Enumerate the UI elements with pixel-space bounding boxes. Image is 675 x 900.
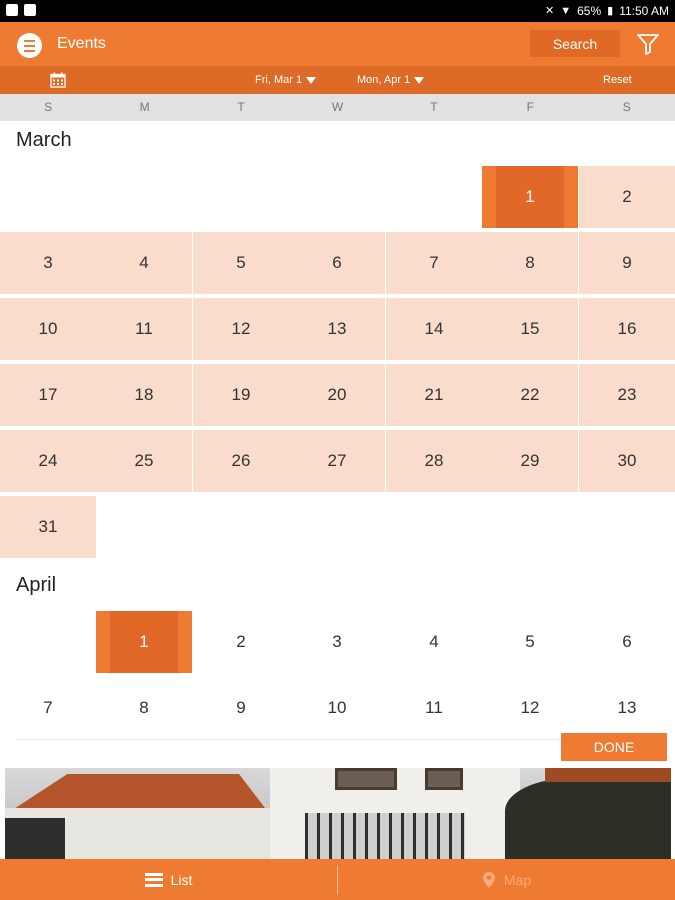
calendar-day[interactable]: 16: [579, 298, 675, 360]
end-date-dropdown[interactable]: Mon, Apr 1: [357, 74, 425, 86]
calendar-day[interactable]: 13: [289, 298, 385, 360]
calendar-day[interactable]: 11: [386, 677, 482, 739]
date-range-bar: Fri, Mar 1 Mon, Apr 1 Reset: [0, 66, 675, 94]
calendar-grid: March 1 2 3 4 5 6 7 8 9 10 11 12 13 14 15 16 17 18 19 20 21 22…: [0, 121, 675, 740]
tab-map[interactable]: Map: [338, 859, 675, 900]
weekday-label: M: [139, 100, 150, 114]
caret-down-icon: [306, 76, 317, 84]
weekday-label: S: [44, 100, 53, 114]
end-date-label: Mon, Apr 1: [357, 74, 411, 86]
tab-map-label: Map: [503, 871, 532, 888]
calendar-day[interactable]: 8: [482, 232, 578, 294]
calendar-day[interactable]: 10: [0, 298, 96, 360]
tab-list[interactable]: List: [0, 859, 337, 900]
calendar-day[interactable]: 13: [579, 677, 675, 739]
calendar-day[interactable]: 25: [96, 430, 192, 492]
calendar-day[interactable]: 3: [0, 232, 96, 294]
weekday-label: S: [622, 100, 631, 114]
calendar-day[interactable]: 2: [193, 611, 289, 673]
menu-icon[interactable]: [17, 33, 42, 58]
mute-icon: ✕: [544, 5, 555, 17]
weekday-label: T: [237, 100, 245, 114]
calendar-day[interactable]: 21: [386, 364, 482, 426]
image-notification-icon: [24, 4, 36, 16]
battery-icon: ▮: [607, 5, 614, 17]
calendar-day[interactable]: 17: [0, 364, 96, 426]
calendar-day[interactable]: 19: [193, 364, 289, 426]
reset-button[interactable]: Reset: [603, 74, 632, 86]
calendar-day[interactable]: 30: [579, 430, 675, 492]
search-button[interactable]: Search: [530, 30, 620, 57]
calendar-day[interactable]: 9: [193, 677, 289, 739]
calendar-day[interactable]: 24: [0, 430, 96, 492]
month-label: March: [16, 129, 72, 151]
calendar-day[interactable]: 4: [96, 232, 192, 294]
wifi-icon: ▼: [560, 5, 572, 17]
calendar-day[interactable]: 1: [482, 166, 578, 228]
status-bar: ✕ ▼ 65% ▮ 11:50 AM: [0, 0, 675, 22]
map-pin-icon: [482, 871, 495, 888]
clock: 11:50 AM: [619, 4, 669, 18]
calendar-day[interactable]: 1: [96, 611, 192, 673]
weekday-header: S M T W T F S: [0, 94, 675, 121]
page-title: Events: [57, 35, 106, 52]
calendar-day[interactable]: 11: [96, 298, 192, 360]
calendar-day[interactable]: 27: [289, 430, 385, 492]
calendar-day[interactable]: 26: [193, 430, 289, 492]
list-icon: [144, 872, 163, 887]
weekday-label: T: [430, 100, 438, 114]
calendar-day[interactable]: 9: [579, 232, 675, 294]
calendar-day[interactable]: 29: [482, 430, 578, 492]
calendar-day[interactable]: 8: [96, 677, 192, 739]
calendar-day[interactable]: 6: [289, 232, 385, 294]
event-photo[interactable]: [5, 768, 671, 860]
notification-icon: [6, 4, 18, 16]
tab-list-label: List: [170, 871, 193, 888]
calendar-day[interactable]: 10: [289, 677, 385, 739]
start-date-label: Fri, Mar 1: [255, 74, 303, 86]
calendar-day[interactable]: 12: [482, 677, 578, 739]
calendar-day[interactable]: 31: [0, 496, 96, 558]
bottom-tab-bar: List Map: [0, 859, 675, 900]
calendar-day[interactable]: 14: [386, 298, 482, 360]
month-label: April: [16, 574, 57, 596]
calendar-day[interactable]: 15: [482, 298, 578, 360]
calendar-day[interactable]: 28: [386, 430, 482, 492]
filter-icon[interactable]: [636, 32, 660, 56]
calendar-day[interactable]: 18: [96, 364, 192, 426]
calendar-day[interactable]: 7: [386, 232, 482, 294]
calendar-day[interactable]: 22: [482, 364, 578, 426]
weekday-label: W: [331, 100, 344, 114]
battery-percent: 65%: [577, 4, 602, 18]
caret-down-icon: [414, 76, 425, 84]
calendar-day[interactable]: 12: [193, 298, 289, 360]
calendar-day[interactable]: 3: [289, 611, 385, 673]
weekday-label: F: [526, 100, 534, 114]
calendar-day[interactable]: 4: [386, 611, 482, 673]
calendar-day[interactable]: 7: [0, 677, 96, 739]
calendar-day[interactable]: 23: [579, 364, 675, 426]
calendar-day[interactable]: 6: [579, 611, 675, 673]
done-button[interactable]: DONE: [561, 733, 667, 761]
start-date-dropdown[interactable]: Fri, Mar 1: [255, 74, 317, 86]
calendar-day[interactable]: 20: [289, 364, 385, 426]
calendar-day[interactable]: 5: [193, 232, 289, 294]
calendar-day[interactable]: 5: [482, 611, 578, 673]
calendar-day[interactable]: 2: [579, 166, 675, 228]
app-bar: Events Search: [0, 22, 675, 66]
calendar-icon[interactable]: [50, 72, 66, 88]
